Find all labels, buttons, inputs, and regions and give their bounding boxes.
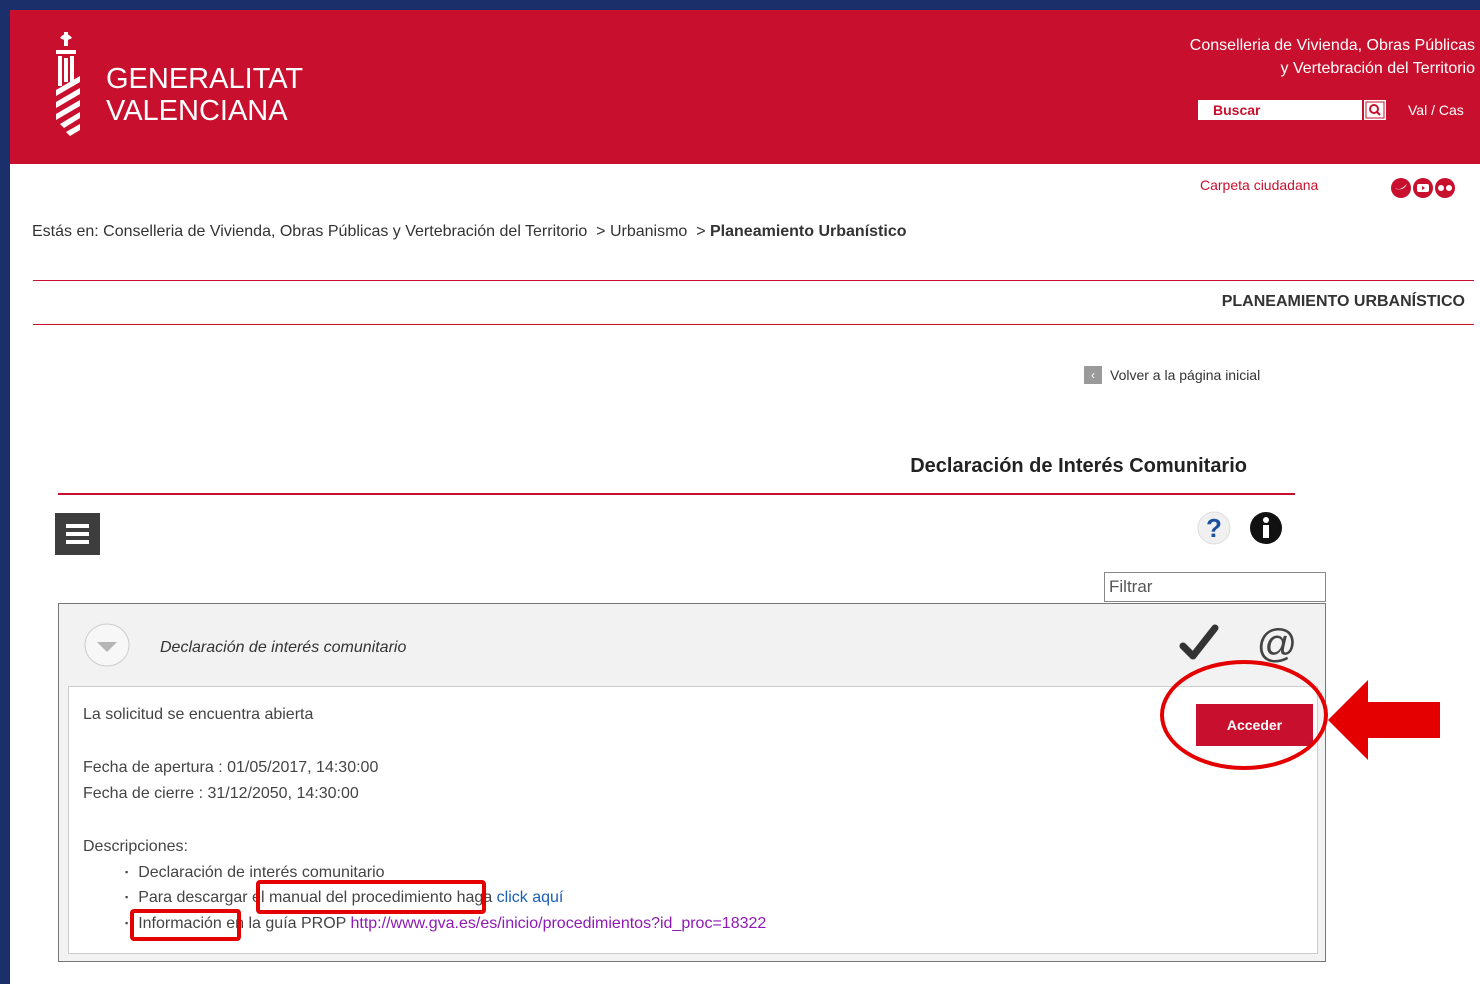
flickr-icon[interactable] — [1435, 178, 1455, 198]
svg-text:?: ? — [1206, 513, 1222, 543]
conselleria-line2: y Vertebración del Territorio — [1280, 60, 1475, 77]
list-item-text: Declaración de interés comunitario — [138, 864, 385, 881]
twitter-icon[interactable] — [1391, 178, 1411, 198]
annotation-arrow-icon — [1328, 680, 1440, 760]
search-icon — [1365, 101, 1385, 119]
fecha-apertura: Fecha de apertura : 01/05/2017, 14:30:00 — [83, 759, 379, 776]
checkmark-icon — [1179, 624, 1219, 660]
filter-box[interactable] — [1104, 572, 1326, 602]
panel-body: La solicitud se encuentra abierta Fecha … — [68, 686, 1318, 954]
divider — [33, 280, 1474, 281]
annotation-box — [130, 909, 241, 941]
breadcrumb-item-current: Planeamiento Urbanístico — [710, 223, 907, 240]
filter-input[interactable] — [1105, 573, 1325, 601]
svg-text:GENERALITAT: GENERALITAT — [106, 63, 303, 95]
search-button[interactable] — [1364, 100, 1386, 120]
back-to-home-label: Volver a la página inicial — [1110, 367, 1261, 383]
youtube-icon[interactable] — [1413, 178, 1433, 198]
breadcrumb-separator: > — [596, 223, 606, 240]
status-text: La solicitud se encuentra abierta — [83, 706, 314, 723]
breadcrumb-item-urbanismo[interactable]: Urbanismo — [610, 223, 687, 240]
conselleria-name: Conselleria de Vivienda, Obras Públicas … — [1055, 34, 1475, 80]
search-input[interactable] — [1199, 101, 1361, 119]
at-sign-icon: @ — [1256, 622, 1297, 666]
download-manual-link[interactable]: click aquí — [497, 889, 564, 906]
annotation-box — [256, 880, 486, 914]
conselleria-line1: Conselleria de Vivienda, Obras Públicas — [1189, 37, 1475, 54]
language-switch[interactable]: Val / Cas — [1408, 102, 1464, 118]
breadcrumb-prefix: Estás en: — [32, 223, 99, 240]
descripciones-heading: Descripciones: — [83, 838, 188, 855]
carpeta-ciudadana-link[interactable]: Carpeta ciudadana — [1200, 177, 1318, 193]
list-item-text: Para descargar — [138, 889, 248, 906]
info-icon[interactable] — [1248, 510, 1284, 546]
chevron-left-icon: ‹ — [1084, 366, 1102, 384]
divider — [58, 493, 1295, 495]
breadcrumb-item-conselleria[interactable]: Conselleria de Vivienda, Obras Públicas … — [103, 223, 587, 240]
help-icon[interactable]: ? — [1196, 510, 1232, 546]
fecha-cierre: Fecha de cierre : 31/12/2050, 14:30:00 — [83, 785, 359, 802]
divider — [33, 324, 1474, 325]
panel-title[interactable]: Declaración de interés comunitario — [160, 639, 406, 657]
section-title: PLANEAMIENTO URBANÍSTICO — [1221, 293, 1465, 310]
site-header: GENERALITAT VALENCIANA Conselleria de Vi… — [10, 10, 1480, 164]
svg-text:VALENCIANA: VALENCIANA — [106, 95, 288, 127]
search-box[interactable] — [1198, 100, 1362, 120]
browser-page: GENERALITAT VALENCIANA Conselleria de Vi… — [10, 10, 1480, 984]
procedure-panel: Declaración de interés comunitario @ La … — [58, 603, 1326, 962]
prop-guide-link[interactable]: http://www.gva.es/es/inicio/procedimient… — [350, 915, 766, 932]
breadcrumb-separator: > — [696, 223, 706, 240]
collapse-toggle-icon[interactable] — [83, 622, 131, 668]
annotation-circle — [1160, 660, 1328, 770]
generalitat-logo-icon[interactable]: GENERALITAT VALENCIANA — [50, 28, 350, 148]
procedure-title: Declaración de Interés Comunitario — [910, 455, 1247, 477]
list-item-text: en la guía PROP — [226, 915, 347, 932]
social-icons — [1391, 178, 1455, 198]
breadcrumb: Estás en: Conselleria de Vivienda, Obras… — [32, 223, 907, 241]
menu-icon[interactable] — [55, 513, 100, 555]
back-to-home-link[interactable]: ‹ Volver a la página inicial — [1084, 366, 1260, 384]
